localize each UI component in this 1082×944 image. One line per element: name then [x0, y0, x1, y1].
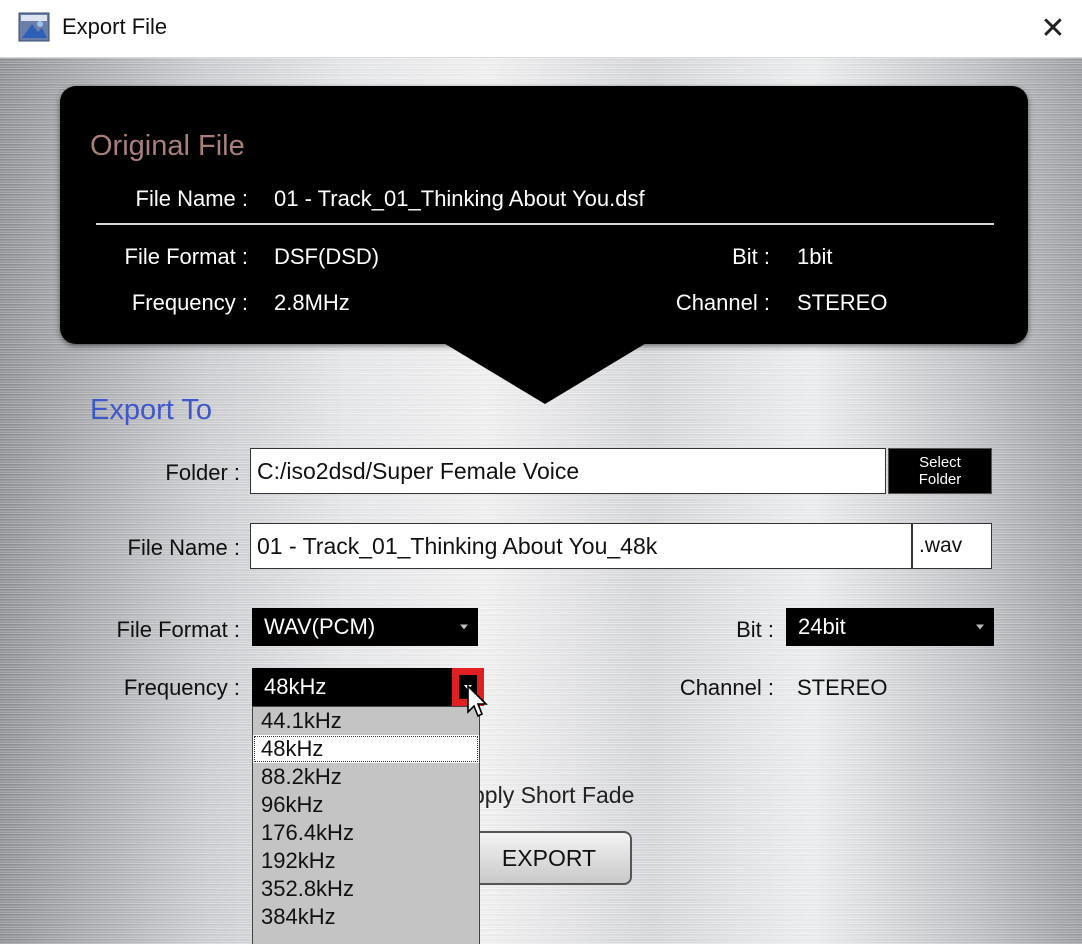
original-bit: 1bit [797, 244, 833, 269]
frequency-option[interactable]: 44.1kHz [253, 707, 479, 735]
short-fade-label[interactable]: pply Short Fade [472, 782, 634, 809]
frequency-option[interactable]: 176.4kHz [253, 819, 479, 847]
chevron-down-icon [460, 624, 468, 630]
dialog-body: Original File File Name : 01 - Track_01_… [0, 58, 1082, 944]
close-icon: ✕ [1040, 11, 1066, 45]
file-format-value: WAV(PCM) [264, 614, 376, 639]
original-file-format-label: File Format : [124, 244, 248, 269]
frequency-option[interactable]: 96kHz [253, 791, 479, 819]
bit-select[interactable]: 24bit [786, 608, 994, 646]
original-frequency: 2.8MHz [274, 290, 350, 315]
original-channel-label: Channel : [675, 290, 770, 315]
folder-label: Folder : [165, 460, 240, 485]
bit-value: 24bit [798, 614, 846, 639]
file-name-input[interactable]: 01 - Track_01_Thinking About You_48k [250, 523, 912, 569]
frequency-option[interactable]: 88.2kHz [253, 763, 479, 791]
panel-pointer [442, 342, 648, 404]
original-channel: STEREO [797, 290, 888, 315]
frequency-dropdown-list: 44.1kHz 48kHz 88.2kHz 96kHz 176.4kHz 192kHz 35… [252, 706, 480, 944]
original-bit-label: Bit : [732, 244, 770, 269]
app-icon [18, 12, 50, 42]
mouse-cursor-icon [467, 684, 488, 718]
panel-divider [96, 223, 994, 225]
original-file-name: 01 - Track_01_Thinking About You.dsf [274, 186, 645, 211]
select-folder-line1: Select [919, 454, 961, 471]
frequency-value: 48kHz [264, 674, 327, 699]
window-title: Export File [62, 14, 168, 39]
folder-input[interactable]: C:/iso2dsd/Super Female Voice [250, 448, 886, 494]
close-button[interactable]: ✕ [1024, 0, 1082, 56]
bit-label: Bit : [736, 617, 774, 642]
file-format-label: File Format : [116, 617, 240, 642]
original-file-format: DSF(DSD) [274, 244, 380, 269]
frequency-select[interactable]: 48kHz [252, 668, 452, 706]
original-file-name-label: File Name : [135, 186, 248, 211]
file-name-label: File Name : [127, 535, 240, 560]
original-file-heading: Original File [90, 130, 245, 162]
export-to-heading: Export To [90, 394, 212, 426]
frequency-option[interactable]: 48kHz [253, 735, 479, 763]
title-bar: Export File ✕ [0, 0, 1082, 58]
frequency-option[interactable]: 384kHz [253, 903, 479, 931]
select-folder-line2: Folder [918, 471, 962, 488]
chevron-down-icon [976, 624, 984, 630]
file-extension: .wav [912, 523, 992, 569]
select-folder-button[interactable]: Select Folder [888, 448, 992, 494]
file-format-select[interactable]: WAV(PCM) [252, 608, 478, 646]
channel-value: STEREO [797, 675, 888, 700]
export-button[interactable]: EXPORT [466, 831, 632, 885]
original-frequency-label: Frequency : [131, 290, 248, 315]
channel-label: Channel : [679, 675, 774, 700]
frequency-label: Frequency : [123, 675, 240, 700]
original-file-panel: Original File File Name : 01 - Track_01_… [60, 86, 1028, 344]
frequency-option[interactable]: 352.8kHz [253, 875, 479, 903]
frequency-option[interactable]: 192kHz [253, 847, 479, 875]
